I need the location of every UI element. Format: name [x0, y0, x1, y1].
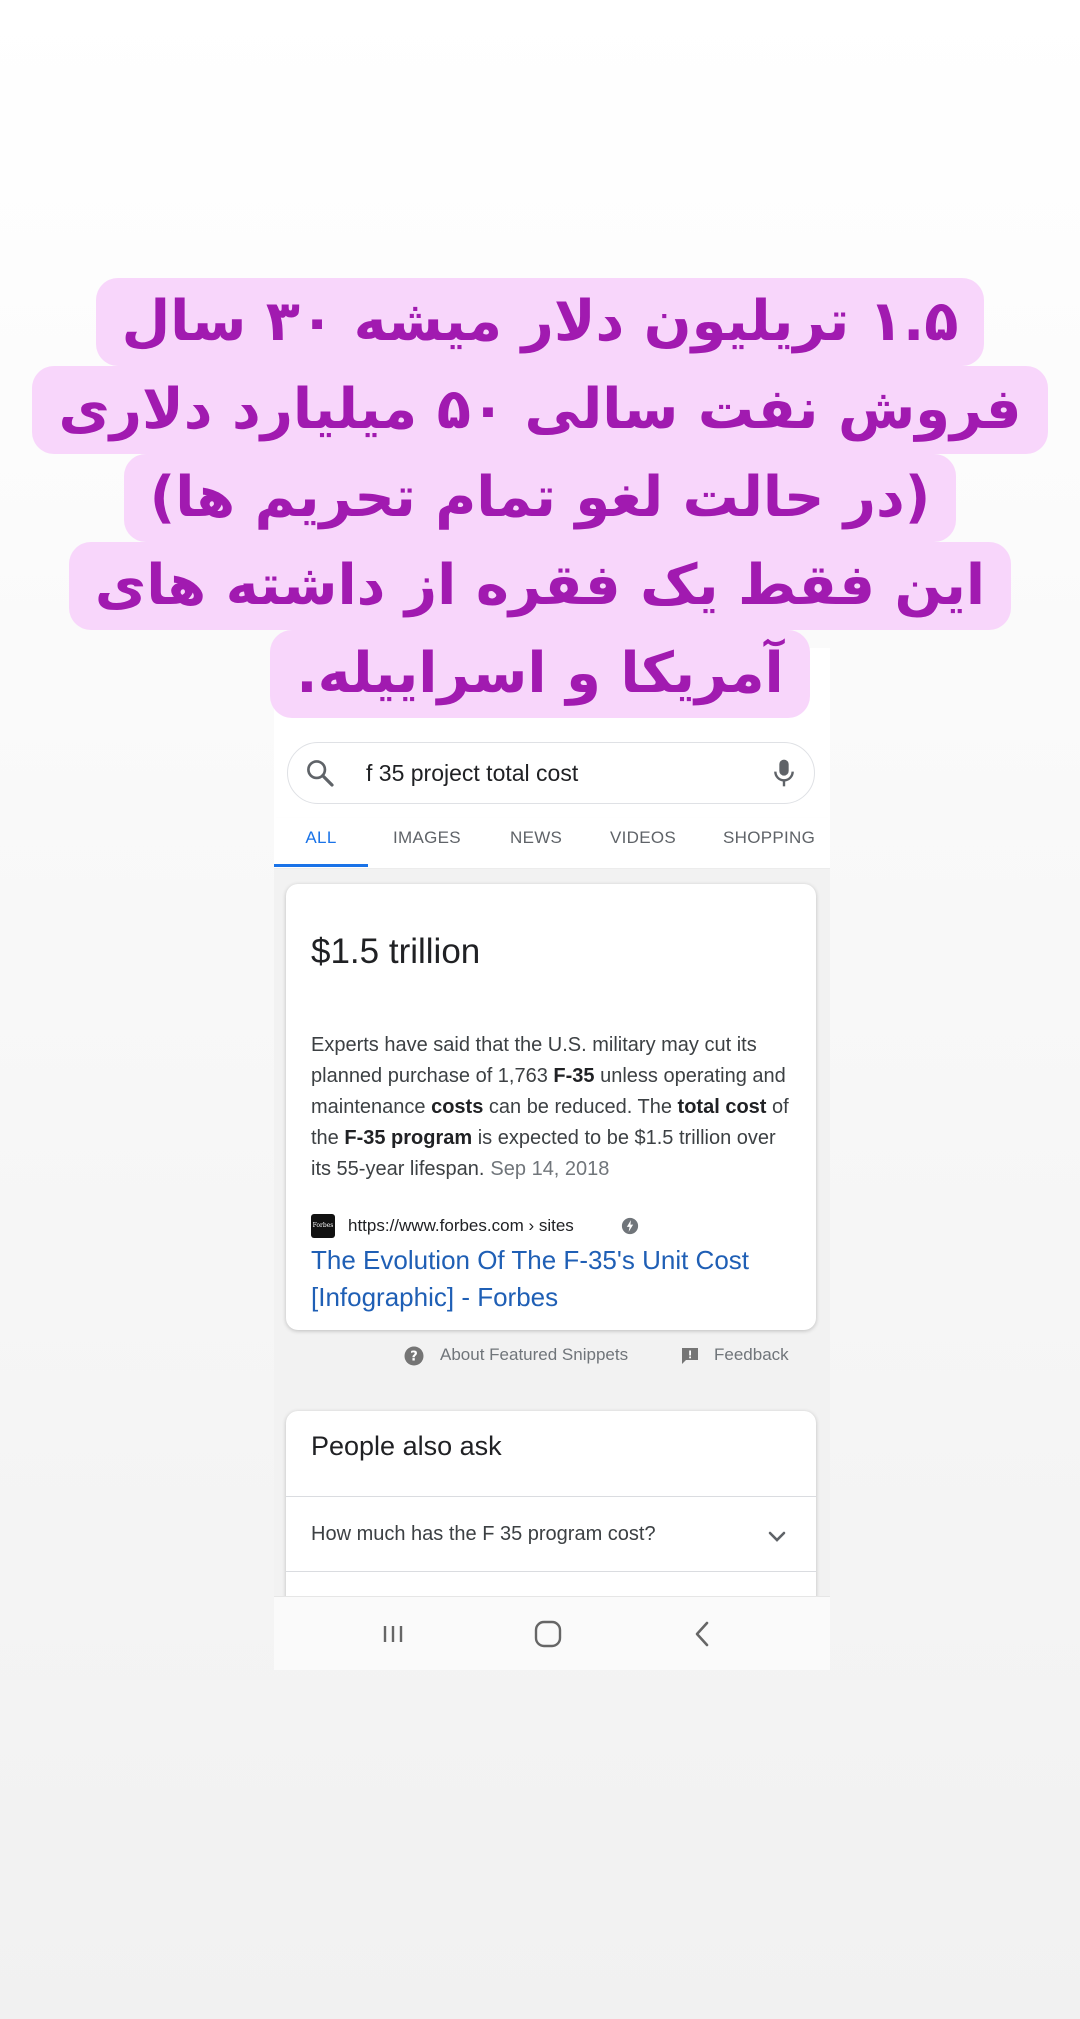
- caption-line-4: این فقط یک فقره از داشته های: [0, 542, 1080, 630]
- caption-line-5: آمریکا و اسراییله.: [0, 630, 1080, 718]
- caption-line-2: فروش نفت سالی ۵۰ میلیارد دلاری: [0, 366, 1080, 454]
- caption-overlay: ۱.۵ تریلیون دلار میشه ۳۰ سال فروش نفت سا…: [0, 278, 1080, 718]
- mic-icon[interactable]: [768, 756, 800, 790]
- snippet-text-run: can be reduced. The: [483, 1096, 678, 1118]
- snippet-bold-term: F-35: [553, 1065, 595, 1087]
- feedback-icon: [682, 1348, 698, 1364]
- snippet-footer: ? About Featured Snippets Feedback: [286, 1340, 816, 1370]
- tab-videos[interactable]: VIDEOS: [610, 818, 676, 864]
- search-input[interactable]: f 35 project total cost: [287, 742, 815, 804]
- tab-images[interactable]: IMAGES: [393, 818, 461, 864]
- home-icon[interactable]: [531, 1617, 565, 1651]
- caption-line-1: ۱.۵ تریلیون دلار میشه ۳۰ سال: [0, 278, 1080, 366]
- snippet-text: Experts have said that the U.S. military…: [311, 1030, 801, 1185]
- recents-icon[interactable]: [376, 1617, 410, 1651]
- android-nav-bar: [274, 1596, 830, 1670]
- amp-lightning-icon: [621, 1217, 639, 1235]
- search-tabs: ALL IMAGES NEWS VIDEOS SHOPPING: [274, 818, 830, 869]
- help-icon: ?: [404, 1346, 424, 1366]
- chevron-down-icon[interactable]: [766, 1525, 788, 1547]
- snippet-bold-term: costs: [431, 1096, 484, 1118]
- tab-all[interactable]: ALL: [274, 818, 368, 867]
- featured-snippet-card: $1.5 trillion Experts have said that the…: [286, 884, 816, 1366]
- snippet-date: Sep 14, 2018: [490, 1158, 610, 1180]
- divider: [286, 1571, 816, 1572]
- snippet-bold-term: F-35 program: [344, 1127, 473, 1149]
- tab-news[interactable]: NEWS: [510, 818, 562, 864]
- svg-text:?: ?: [410, 1350, 418, 1365]
- snippet-bold-term: total cost: [677, 1096, 767, 1118]
- forbes-favicon-icon: Forbes: [311, 1214, 335, 1238]
- about-label[interactable]: About Featured Snippets: [404, 1345, 628, 1364]
- search-icon[interactable]: [304, 757, 336, 789]
- snippet-answer: $1.5 trillion: [311, 932, 481, 971]
- divider: [286, 1496, 816, 1497]
- result-title-link[interactable]: The Evolution Of The F-35's Unit Cost [I…: [311, 1242, 791, 1316]
- paa-question[interactable]: How much has the F 35 program cost?: [311, 1523, 656, 1546]
- caption-line-3: (در حالت لغو تمام تحریم ها): [0, 454, 1080, 542]
- source-url[interactable]: https://www.forbes.com › sites: [348, 1214, 574, 1238]
- tab-shopping[interactable]: SHOPPING: [723, 818, 830, 864]
- back-icon[interactable]: [686, 1617, 720, 1651]
- phone-screenshot: f 35 project total cost ALL IMAGES NEWS …: [274, 648, 830, 1670]
- people-also-ask-title: People also ask: [311, 1431, 502, 1461]
- feedback-link[interactable]: Feedback: [680, 1340, 789, 1370]
- about-featured-snippets-link[interactable]: ? About Featured Snippets: [404, 1340, 628, 1370]
- search-query-text[interactable]: f 35 project total cost: [366, 743, 578, 803]
